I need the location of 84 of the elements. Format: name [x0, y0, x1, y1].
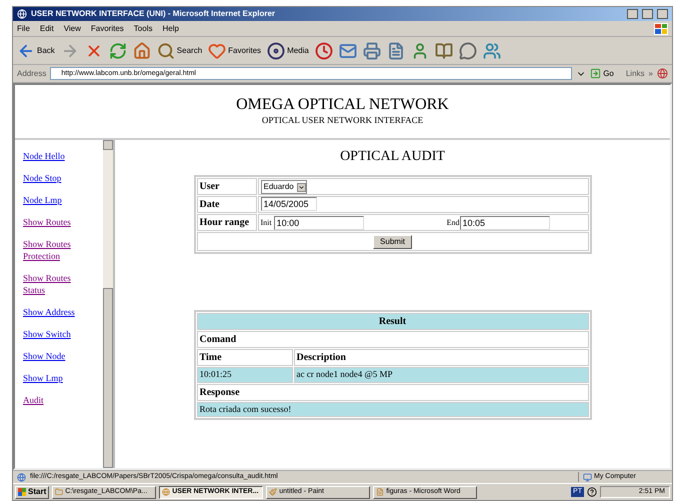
sidebar-link[interactable]: Show Address [23, 306, 85, 318]
date-field[interactable]: 14/05/2005 [260, 197, 316, 211]
sidebar-link[interactable]: Node Lmp [23, 194, 85, 206]
heart-icon [208, 42, 226, 60]
toolbar-icon-button[interactable] [314, 42, 333, 60]
more-links-chevron[interactable]: » [648, 68, 653, 80]
form-label: Date [196, 196, 256, 213]
minimize-button[interactable] [627, 9, 638, 19]
sidebar-link[interactable]: Node Hello [23, 150, 85, 162]
page-title: OPTICAL AUDIT [340, 148, 445, 166]
toolbar-icon-button[interactable] [362, 42, 381, 60]
page-icon [17, 472, 26, 482]
home-icon [132, 42, 151, 60]
section-label: Comand [196, 331, 588, 348]
toolbar-icon-button[interactable] [434, 42, 453, 60]
toolbar-button[interactable]: Search [156, 42, 202, 60]
toolbar-button[interactable]: Favorites [208, 42, 262, 60]
toolbar-icon-button[interactable] [386, 42, 405, 60]
scrollbar[interactable] [103, 140, 113, 468]
sidebar-link[interactable]: Node Stop [23, 172, 85, 184]
clock-icon [314, 42, 333, 60]
field-label: Init [260, 216, 272, 228]
site-title: OMEGA OPTICAL NETWORK [236, 96, 449, 114]
folder-icon [55, 488, 64, 496]
table-cell: ac cr node1 node4 @5 MP [294, 367, 588, 382]
table-cell: 10:01:25 [196, 367, 292, 382]
help-icon[interactable] [587, 487, 597, 497]
toolbar-icon-button[interactable] [338, 42, 357, 60]
sidebar-link[interactable]: Show Routes [23, 216, 85, 228]
close-button[interactable] [657, 9, 668, 19]
menu-item[interactable]: Tools [134, 22, 152, 34]
menu-item[interactable]: Favorites [90, 22, 124, 34]
printer-icon [362, 42, 381, 60]
people-icon [482, 42, 501, 60]
toolbar-button[interactable]: Media [267, 42, 309, 60]
menu-item[interactable]: Help [162, 22, 179, 34]
speech-bubble-icon [458, 42, 477, 60]
init-time-field[interactable]: 10:00 [274, 216, 364, 230]
menu-item[interactable]: Edit [40, 22, 54, 34]
go-button[interactable]: Go [590, 68, 614, 80]
response-text: Rota criada com sucesso! [196, 402, 588, 417]
search-icon [156, 42, 175, 60]
window-title: USER NETWORK INTERFACE (UNI) - Microsoft Internet Explorer [31, 8, 276, 20]
menu-item[interactable]: View [64, 22, 81, 34]
column-header: Description [294, 349, 588, 366]
sidebar-link[interactable]: Show Node [23, 350, 85, 362]
toolbar-icon-button[interactable] [132, 42, 151, 60]
computer-icon [583, 472, 592, 482]
toolbar-icon-button[interactable] [458, 42, 477, 60]
submit-button[interactable]: Submit [373, 235, 412, 249]
start-button[interactable]: Start [15, 486, 50, 498]
field-label: End [446, 216, 460, 228]
media-icon [267, 42, 286, 60]
sidebar-link[interactable]: Show Lmp [23, 372, 85, 384]
document-icon [386, 42, 405, 60]
end-time-field[interactable]: 10:05 [460, 216, 550, 230]
sidebar-link[interactable]: Audit [23, 394, 85, 406]
document-icon [376, 488, 384, 496]
windows-logo-icon [654, 22, 668, 34]
form-label: Hour range [196, 214, 256, 231]
globe-icon [657, 68, 668, 79]
sidebar-link[interactable]: Show Routes Status [23, 272, 85, 296]
menu-item[interactable]: File [17, 22, 30, 34]
maximize-button[interactable] [642, 9, 653, 19]
address-label: Address [17, 68, 46, 80]
column-header: Time [196, 349, 292, 366]
sidebar-link[interactable]: Show Routes Protection [23, 238, 85, 262]
site-subtitle: OPTICAL USER NETWORK INTERFACE [262, 114, 424, 127]
toolbar-button[interactable]: Back [17, 42, 55, 60]
book-icon [434, 42, 453, 60]
user-select[interactable]: Eduardo [260, 180, 307, 194]
refresh-icon [108, 42, 127, 60]
sidebar-link[interactable]: Show Switch [23, 328, 85, 340]
toolbar-icon-button[interactable] [108, 42, 127, 60]
dropdown-icon [298, 184, 305, 190]
paintbrush-icon [269, 488, 278, 496]
toolbar-icon-button[interactable] [482, 42, 501, 60]
result-header: Result [196, 313, 588, 330]
globe-icon [162, 488, 170, 496]
mail-icon [338, 42, 357, 60]
browser-icon [17, 9, 27, 19]
section-label: Response [196, 384, 588, 400]
form-label: User [196, 178, 256, 195]
links-button[interactable]: Links [626, 68, 645, 80]
